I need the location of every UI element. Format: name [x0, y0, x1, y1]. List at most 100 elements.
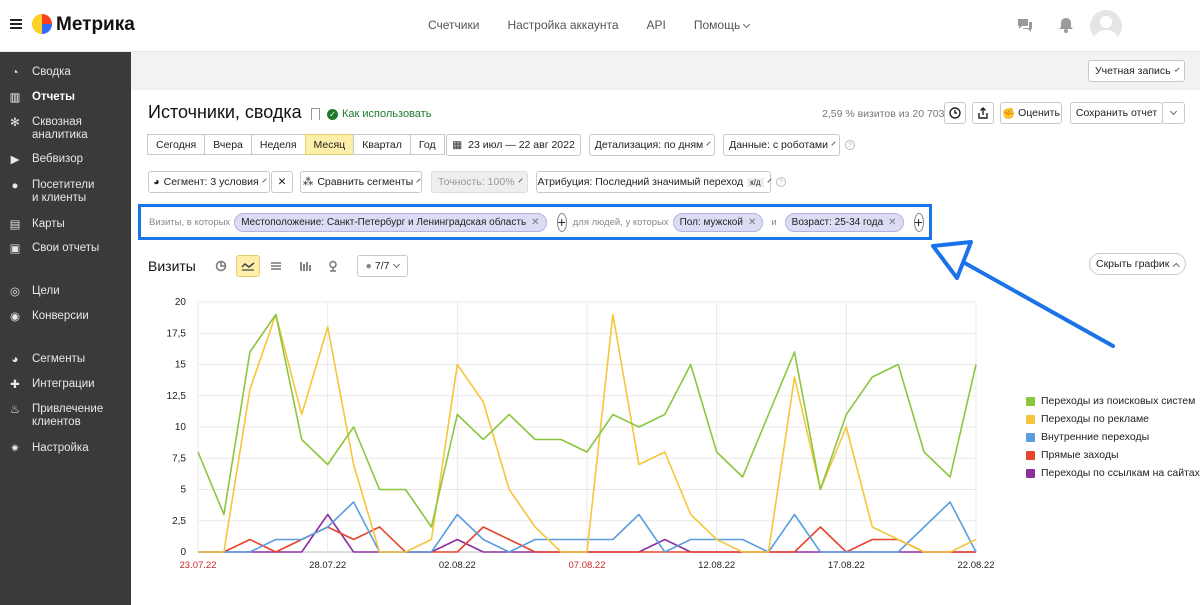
- menu-icon[interactable]: [10, 19, 22, 29]
- nav-account-settings[interactable]: Настройка аккаунта: [507, 18, 618, 32]
- x-tick-label: 12.08.22: [698, 560, 735, 571]
- pie-chart-view-icon[interactable]: [209, 255, 233, 277]
- brand-name[interactable]: Метрика: [56, 14, 135, 36]
- add-people-filter-button[interactable]: +: [913, 212, 924, 232]
- segment-filter-row: Визиты, в которых Местоположение: Санкт-…: [138, 204, 932, 240]
- period-4[interactable]: Квартал: [353, 134, 411, 155]
- play-icon: ▶: [10, 153, 20, 166]
- legend-item[interactable]: Прямые заходы: [1026, 446, 1200, 464]
- sidebar-item-10[interactable]: ✚ Интеграции: [8, 378, 95, 392]
- sidebar-item-2[interactable]: ✻ Сквозная аналитика: [8, 116, 88, 142]
- attribution-dropdown[interactable]: Атрибуция: Последний значимый переход к/д: [536, 171, 772, 193]
- chevron-down-icon: [831, 140, 836, 146]
- chevron-down-icon: [706, 140, 711, 146]
- sidebar-item-9[interactable]: ◕ Сегменты: [8, 353, 86, 367]
- hide-chart-button[interactable]: Скрыть график: [1089, 253, 1186, 275]
- top-bar: Метрика Счетчики Настройка аккаунта API …: [0, 0, 1200, 52]
- sidebar-item-label: Сквозная аналитика: [32, 116, 88, 141]
- sidebar-item-5[interactable]: ▤ Карты: [8, 218, 65, 232]
- legend-item[interactable]: Переходы по ссылкам на сайтах: [1026, 464, 1200, 482]
- pie-icon: ◕: [153, 176, 160, 188]
- gender-filter-chip[interactable]: Пол: мужской ✕: [672, 212, 764, 232]
- map-view-icon[interactable]: [321, 255, 345, 277]
- nav-help[interactable]: Помощь: [694, 18, 751, 32]
- close-icon[interactable]: ✕: [888, 217, 896, 228]
- period-1[interactable]: Вчера: [204, 134, 252, 155]
- info-icon: ✓: [327, 108, 338, 120]
- period-2[interactable]: Неделя: [250, 134, 306, 155]
- sidebar-item-0[interactable]: ◔ Сводка: [8, 66, 71, 80]
- save-options-button[interactable]: [1162, 102, 1185, 124]
- add-visit-filter-button[interactable]: +: [556, 212, 567, 232]
- legend-item[interactable]: Переходы из поисковых систем: [1026, 392, 1200, 410]
- help-icon[interactable]: ?: [776, 177, 786, 187]
- calendar-icon: ▦: [452, 139, 463, 151]
- period-5[interactable]: Год: [409, 134, 445, 155]
- x-tick-label: 22.08.22: [958, 560, 995, 571]
- sidebar-item-6[interactable]: ▣ Свои отчеты: [8, 242, 100, 256]
- legend-item[interactable]: Внутренние переходы: [1026, 428, 1200, 446]
- x-tick-label: 02.08.22: [439, 560, 476, 571]
- bookmark-icon[interactable]: [311, 108, 320, 120]
- bell-icon[interactable]: [1057, 16, 1075, 34]
- data-dropdown[interactable]: Данные: с роботами: [723, 134, 840, 156]
- rate-button[interactable]: ✊ Оценить: [1000, 102, 1062, 124]
- sidebar-item-11[interactable]: ♨ Привлечение клиентов: [8, 403, 103, 429]
- comment-icon: ●: [365, 260, 372, 272]
- pie-icon: ◕: [11, 353, 19, 366]
- share-icon: [978, 107, 988, 119]
- chart-legend: Переходы из поисковых систем Переходы по …: [1026, 392, 1200, 482]
- area-chart-view-icon[interactable]: [264, 255, 288, 277]
- chart-title: Визиты: [148, 258, 196, 274]
- chat-icon[interactable]: [1016, 16, 1034, 34]
- sidebar-item-label: Конверсии: [32, 310, 89, 322]
- sidebar-item-label: Привлечение клиентов: [32, 403, 104, 428]
- sidebar-item-label: Вебвизор: [32, 153, 83, 165]
- period-0[interactable]: Сегодня: [147, 134, 206, 155]
- y-tick-label: 5: [180, 485, 186, 496]
- clock-icon: [949, 107, 961, 119]
- segment-dropdown[interactable]: ◕ Сегмент: 3 условия: [148, 171, 270, 193]
- legend-label: Прямые заходы: [1041, 449, 1119, 461]
- y-tick-label: 0: [180, 547, 186, 558]
- chevron-down-icon: [416, 177, 421, 183]
- close-icon[interactable]: ✕: [748, 217, 756, 228]
- sidebar-item-label: Сегменты: [32, 353, 86, 365]
- sidebar-item-1[interactable]: ▥ Отчеты: [8, 91, 75, 105]
- export-button[interactable]: [972, 102, 994, 124]
- sidebar-item-8[interactable]: ◉ Конверсии: [8, 310, 89, 324]
- save-report-button[interactable]: Сохранить отчет: [1070, 102, 1163, 124]
- metrika-logo-icon: [32, 14, 52, 34]
- close-icon[interactable]: ✕: [531, 217, 539, 228]
- sidebar-item-3[interactable]: ▶ Вебвизор: [8, 153, 83, 167]
- date-range-button[interactable]: ▦ 23 июл — 22 авг 2022: [446, 134, 581, 156]
- accuracy-dropdown[interactable]: Точность: 100%: [431, 171, 528, 193]
- sidebar-item-label: Интеграции: [32, 378, 95, 390]
- help-icon[interactable]: ?: [845, 140, 855, 150]
- legend-label: Внутренние переходы: [1041, 431, 1150, 443]
- nav-api[interactable]: API: [647, 18, 666, 32]
- clear-segment-button[interactable]: ✕: [271, 171, 293, 193]
- period-3[interactable]: Месяц: [304, 134, 355, 155]
- detail-dropdown[interactable]: Детализация: по дням: [589, 134, 715, 156]
- bar-chart-view-icon[interactable]: [293, 255, 317, 277]
- history-button[interactable]: [944, 102, 966, 124]
- how-to-use-link[interactable]: ✓ Как использовать: [327, 108, 431, 120]
- nav-counters[interactable]: Счетчики: [428, 18, 479, 32]
- avatar[interactable]: [1090, 10, 1122, 42]
- sidebar-item-label: Цели: [32, 285, 60, 297]
- legend-item[interactable]: Переходы по рекламе: [1026, 410, 1200, 428]
- account-button[interactable]: Учетная запись: [1088, 60, 1185, 82]
- age-filter-chip[interactable]: Возраст: 25-34 года ✕: [784, 212, 904, 232]
- x-tick-label: 28.07.22: [309, 560, 346, 571]
- location-filter-chip[interactable]: Местоположение: Санкт-Петербург и Ленинг…: [234, 212, 547, 232]
- sidebar-item-4[interactable]: ● Посетители и клиенты: [8, 179, 95, 205]
- sidebar-item-12[interactable]: ✷ Настройка: [8, 442, 88, 456]
- series-selector[interactable]: ● 7/7: [357, 255, 408, 277]
- y-tick-label: 20: [175, 297, 187, 308]
- compare-segments-button[interactable]: ⁂ Сравнить сегменты: [300, 171, 422, 193]
- legend-swatch: [1026, 450, 1035, 460]
- sidebar-item-7[interactable]: ◎ Цели: [8, 285, 60, 299]
- line-chart-view-icon[interactable]: [236, 255, 260, 277]
- visits-label: Визиты, в которых: [149, 216, 231, 228]
